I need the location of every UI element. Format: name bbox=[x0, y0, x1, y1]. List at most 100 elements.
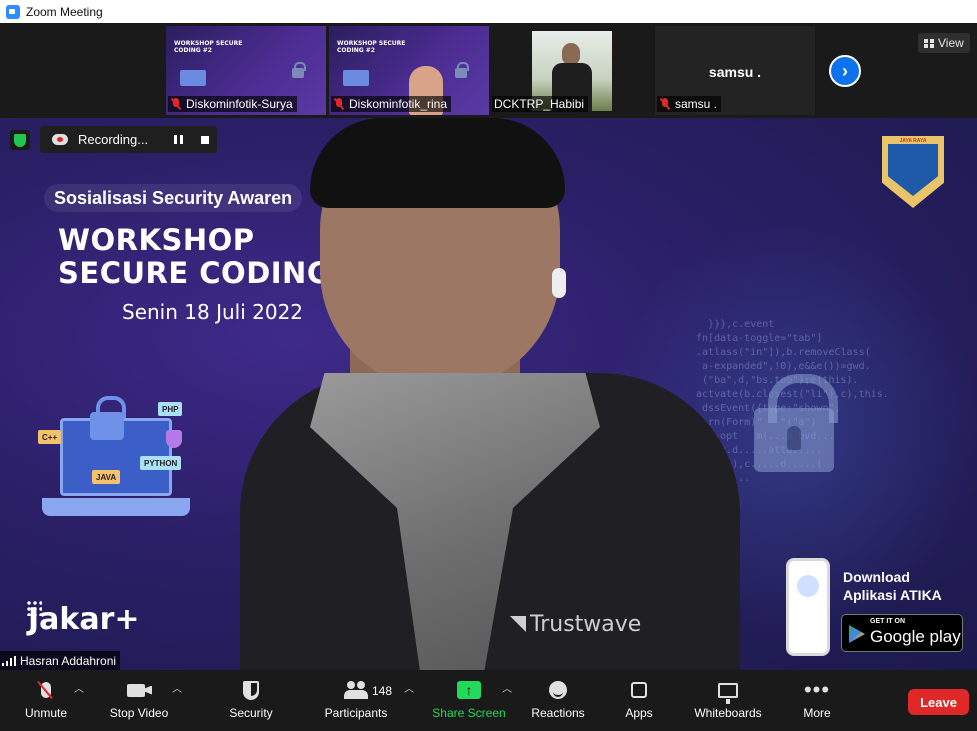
participant-tile-rina[interactable]: WORKSHOP SECURE CODING #2 Diskominfotik_… bbox=[329, 26, 489, 115]
encryption-shield-icon[interactable] bbox=[10, 130, 30, 150]
padlock-icon bbox=[754, 374, 838, 472]
laptop-icon bbox=[343, 70, 369, 86]
participants-icon bbox=[344, 681, 368, 699]
participant-name-tag: samsu . bbox=[657, 96, 722, 112]
window-title: Zoom Meeting bbox=[26, 4, 103, 19]
unmute-label: Unmute bbox=[24, 706, 68, 720]
shirt-logo-text: Trustwave bbox=[530, 612, 642, 637]
microphone-muted-icon bbox=[37, 680, 53, 700]
presenter-video bbox=[240, 118, 740, 670]
presenter-hair bbox=[310, 118, 565, 208]
jakarta-logo: Jakar+ bbox=[28, 602, 140, 637]
download-line-2: Aplikasi ATIKA bbox=[843, 587, 942, 603]
participants-label: Participants bbox=[324, 706, 388, 720]
apps-button[interactable]: Apps bbox=[622, 678, 656, 726]
lock-icon bbox=[455, 62, 469, 78]
participants-count: 148 bbox=[372, 684, 393, 698]
share-screen-label: Share Screen bbox=[432, 706, 506, 720]
recording-indicator: Recording... bbox=[40, 126, 217, 153]
share-screen-button[interactable]: ↑ Share Screen bbox=[432, 678, 506, 726]
participant-name-tag: Diskominfotik-Surya bbox=[168, 96, 297, 112]
muted-mic-icon bbox=[170, 98, 182, 110]
mini-slide-title: WORKSHOP SECURE CODING #2 bbox=[337, 40, 406, 54]
lock-icon bbox=[292, 62, 306, 78]
meeting-toolbar: Unmute ︿ Stop Video ︿ Security Participa… bbox=[0, 670, 977, 731]
language-tag: PHP bbox=[158, 402, 183, 416]
emblem-text: JAYA RAYA bbox=[899, 138, 927, 144]
more-label: More bbox=[803, 706, 831, 720]
google-play-text: Google play bbox=[870, 627, 961, 646]
language-tag: PYTHON bbox=[140, 456, 182, 470]
participants-options-chevron-icon[interactable]: ︿ bbox=[404, 680, 414, 695]
leave-button[interactable]: Leave bbox=[908, 689, 969, 715]
whiteboards-button[interactable]: Whiteboards bbox=[692, 678, 764, 726]
lock-icon bbox=[90, 396, 126, 440]
laptop-icon bbox=[180, 70, 206, 86]
share-screen-icon: ↑ bbox=[457, 681, 481, 699]
participant-display-name: samsu . bbox=[708, 64, 762, 80]
whiteboards-label: Whiteboards bbox=[694, 706, 762, 720]
muted-mic-icon bbox=[659, 98, 671, 110]
participant-name: Diskominfotik_rina bbox=[349, 97, 448, 111]
muted-mic-icon bbox=[333, 98, 345, 110]
google-play-badge: GET IT ON Google play bbox=[841, 614, 963, 652]
atika-download-banner: Download Aplikasi ATIKA GET IT ON Google… bbox=[786, 558, 966, 658]
reactions-icon bbox=[549, 681, 567, 699]
shirt-logo: Trustwave bbox=[510, 612, 641, 637]
more-button[interactable]: ••• More bbox=[800, 678, 834, 726]
laptop-base bbox=[42, 498, 190, 516]
whiteboard-icon bbox=[718, 682, 738, 704]
get-it-on-text: GET IT ON bbox=[870, 618, 905, 625]
main-video: }}},c.event fn[data-toggle="tab"] .atlas… bbox=[0, 118, 977, 670]
participant-name-tag: DCKTRP_Habibi bbox=[492, 96, 589, 112]
cloud-recording-icon bbox=[52, 134, 68, 145]
download-text: Download Aplikasi ATIKA bbox=[843, 568, 942, 604]
participant-strip: WORKSHOP SECURE CODING #2 Diskominfotik-… bbox=[0, 23, 977, 118]
language-tag: C++ bbox=[38, 430, 62, 444]
mini-slide-title: WORKSHOP SECURE CODING #2 bbox=[174, 40, 243, 54]
security-button[interactable]: Security bbox=[226, 678, 276, 726]
pause-recording-icon[interactable] bbox=[174, 135, 183, 144]
reactions-button[interactable]: Reactions bbox=[530, 678, 586, 726]
apps-label: Apps bbox=[625, 706, 653, 720]
title-bar: Zoom Meeting bbox=[0, 0, 977, 23]
apps-icon bbox=[631, 682, 647, 698]
video-camera-icon bbox=[127, 683, 145, 697]
active-speaker-name-tag: Hasran Addahroni bbox=[0, 651, 121, 670]
stop-video-label: Stop Video bbox=[109, 706, 169, 720]
next-page-arrow-icon[interactable]: › bbox=[829, 55, 861, 87]
recording-label: Recording... bbox=[78, 132, 149, 147]
shield-icon bbox=[166, 430, 182, 448]
participant-head bbox=[562, 43, 580, 65]
zoom-app-icon bbox=[6, 4, 20, 19]
google-play-icon bbox=[849, 625, 865, 643]
security-label: Security bbox=[229, 706, 273, 720]
unmute-button[interactable]: Unmute bbox=[22, 678, 70, 726]
participant-name-tag: Diskominfotik_rina bbox=[331, 96, 452, 112]
view-button[interactable]: View bbox=[918, 33, 970, 53]
earbud-icon bbox=[552, 268, 566, 298]
grid-view-icon bbox=[924, 38, 934, 48]
video-options-chevron-icon[interactable]: ︿ bbox=[172, 680, 182, 695]
share-options-chevron-icon[interactable]: ︿ bbox=[502, 680, 512, 695]
stop-recording-icon[interactable] bbox=[201, 136, 209, 144]
download-line-1: Download bbox=[843, 569, 910, 585]
trustwave-mark-icon bbox=[510, 616, 526, 632]
participant-tile-surya[interactable]: WORKSHOP SECURE CODING #2 Diskominfotik-… bbox=[166, 26, 326, 115]
view-label: View bbox=[938, 36, 964, 50]
participant-name: DCKTRP_Habibi bbox=[494, 97, 585, 111]
stop-video-button[interactable]: Stop Video bbox=[106, 678, 172, 726]
participant-tile-samsu[interactable]: samsu . samsu . bbox=[655, 26, 815, 115]
participant-name: samsu . bbox=[675, 97, 718, 111]
zoom-window: Zoom Meeting WORKSHOP SECURE CODING #2 D… bbox=[0, 0, 977, 731]
audio-options-chevron-icon[interactable]: ︿ bbox=[74, 680, 84, 695]
phone-illustration bbox=[786, 558, 830, 656]
security-shield-icon bbox=[243, 680, 259, 700]
active-speaker-name: Hasran Addahroni bbox=[20, 653, 117, 668]
participant-tile-habibi[interactable]: DCKTRP_Habibi bbox=[492, 26, 652, 115]
connection-signal-icon bbox=[2, 655, 16, 666]
jakarta-emblem bbox=[882, 136, 944, 208]
language-tag: JAVA bbox=[92, 470, 121, 484]
participant-name: Diskominfotik-Surya bbox=[186, 97, 293, 111]
reactions-label: Reactions bbox=[531, 706, 585, 720]
